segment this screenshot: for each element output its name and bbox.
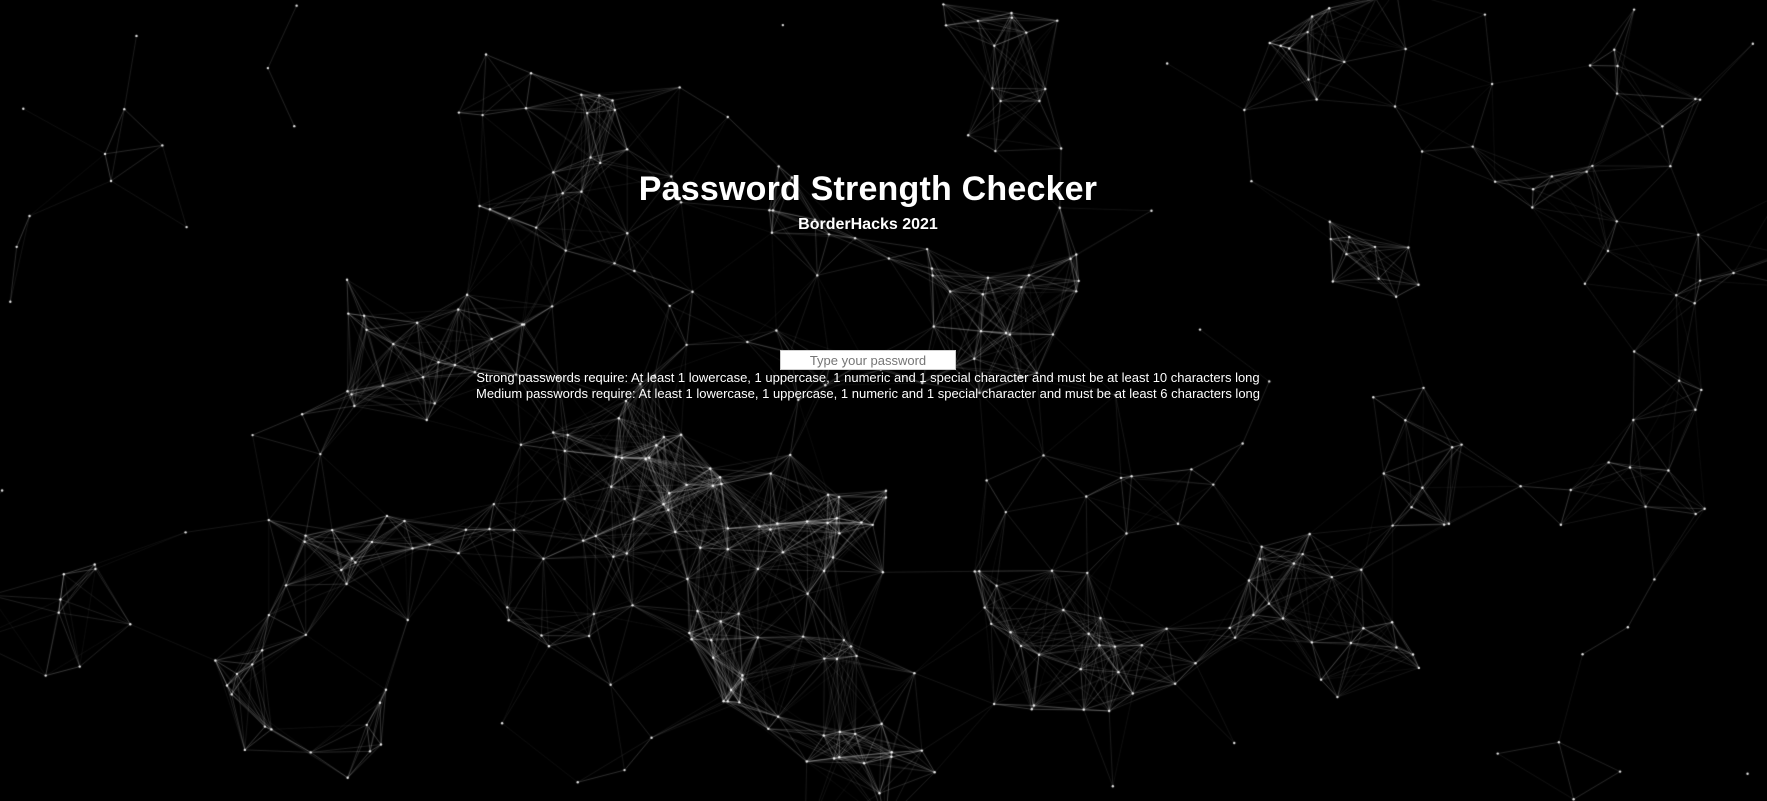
page-subtitle: BorderHacks 2021 — [798, 216, 938, 233]
page-title: Password Strength Checker — [638, 170, 1098, 208]
password-requirements: Strong passwords require: At least 1 low… — [0, 370, 1736, 402]
main-content: Password Strength Checker BorderHacks 20… — [0, 0, 1767, 801]
medium-password-requirement: Medium passwords require: At least 1 low… — [475, 386, 1261, 401]
password-input[interactable] — [780, 350, 956, 370]
strong-password-requirement: Strong passwords require: At least 1 low… — [476, 370, 1260, 385]
